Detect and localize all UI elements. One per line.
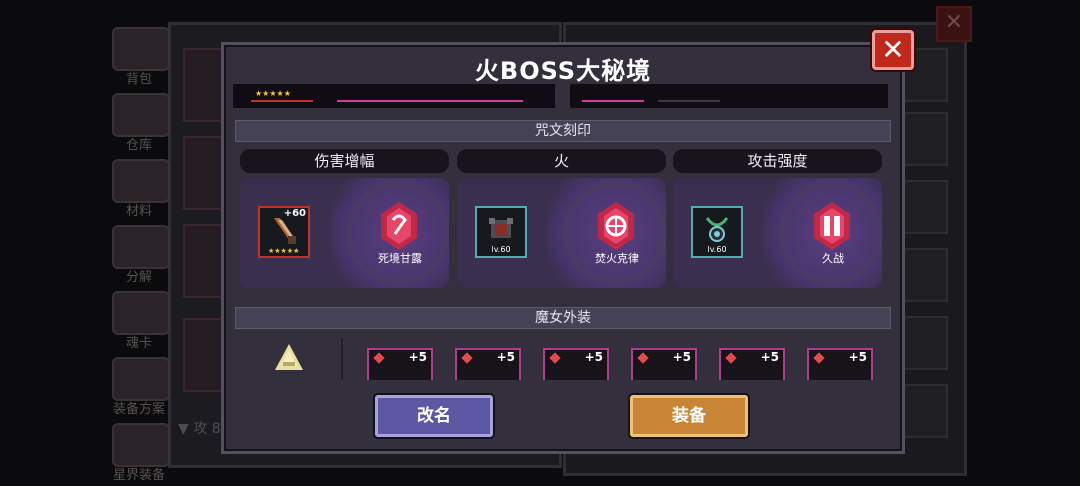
rune-name: 焚火克律: [595, 252, 639, 265]
rarity-gem-icon: [373, 352, 385, 364]
costume-row: +5 +5 +5 +5 +5 +5: [235, 334, 889, 380]
background-sidebar: 背包 仓库 材料 分解 魂卡 装备方案 星界装备: [108, 25, 172, 486]
rename-button[interactable]: 改名: [375, 395, 493, 437]
rune-column-header: 伤害增幅: [240, 149, 449, 173]
sidebar-label: 仓库: [125, 138, 152, 153]
sidebar-item-loadouts[interactable]: 装备方案: [108, 355, 170, 417]
weapon-slot[interactable]: +60 ★★★★★: [258, 206, 310, 258]
sidebar-label: 魂卡: [125, 336, 152, 351]
sidebar-item-materials[interactable]: 材料: [108, 157, 170, 219]
amulet-slot[interactable]: lv.60: [691, 206, 743, 258]
dialog-title: 火BOSS大秘境: [474, 57, 652, 85]
costume-enhance-badge: +5: [496, 350, 515, 364]
costume-slot[interactable]: +5: [543, 348, 609, 380]
costume-enhance-badge: +5: [760, 350, 779, 364]
gear-thumbnail[interactable]: [582, 84, 644, 102]
armor-icon: [489, 218, 513, 238]
astral-gear-icon: [112, 423, 170, 467]
star-rating-icon: ★★★★★: [268, 247, 300, 255]
rarity-gem-icon: [725, 352, 737, 364]
gear-thumbnail[interactable]: [337, 84, 399, 102]
gear-level-badge: lv.60: [707, 245, 727, 254]
rune-panel[interactable]: lv.60 久战: [673, 178, 882, 288]
equip-button[interactable]: 装备: [630, 395, 748, 437]
sidebar-label: 分解: [125, 270, 152, 285]
shield-icon: ▼: [178, 421, 189, 437]
gear-level-badge: lv.60: [491, 245, 511, 254]
rune-name: 死境甘露: [378, 252, 422, 265]
materials-icon: [112, 159, 170, 203]
sidebar-item-bag[interactable]: 背包: [108, 25, 170, 87]
costume-slot[interactable]: +5: [631, 348, 697, 380]
close-x-icon: ✕: [881, 33, 905, 66]
costume-enhance-badge: +5: [408, 350, 427, 364]
gear-enhance-badge: +60: [283, 208, 306, 219]
costume-section-header: 魔女外装: [235, 307, 891, 329]
costume-enhance-badge: +5: [672, 350, 691, 364]
previous-section-strip: [570, 84, 888, 108]
bag-icon: [112, 27, 170, 71]
gear-thumbnail[interactable]: [461, 84, 523, 102]
rune-column-header: 火: [457, 149, 666, 173]
rune-panel[interactable]: lv.60 焚火克律: [457, 178, 666, 288]
divider: [341, 338, 343, 380]
rarity-gem-icon: [549, 352, 561, 364]
costume-enhance-badge: +5: [848, 350, 867, 364]
loadout-icon: [112, 357, 170, 401]
sidebar-label: 材料: [125, 204, 152, 219]
warehouse-icon: [112, 93, 170, 137]
rune-column-header: 攻击强度: [673, 149, 882, 173]
amulet-icon: [705, 217, 729, 242]
salvage-icon: [112, 225, 170, 269]
sidebar-label: 星界装备: [112, 468, 165, 483]
sidebar-item-salvage[interactable]: 分解: [108, 223, 170, 285]
star-rating-icon: ★★★★★: [255, 89, 291, 98]
costume-slot[interactable]: +5: [455, 348, 521, 380]
close-button[interactable]: ✕: [872, 30, 914, 70]
rune-gem-icon: [598, 202, 634, 250]
rune-section-header: 咒文刻印: [235, 120, 891, 142]
rune-panel[interactable]: +60 ★★★★★ 死境甘露: [240, 178, 449, 288]
costume-enhance-badge: +5: [584, 350, 603, 364]
previous-section-strip: ★★★★★: [233, 84, 555, 108]
sidebar-item-astral-gear[interactable]: 星界装备: [108, 421, 170, 483]
sidebar-label: 装备方案: [112, 402, 165, 417]
witch-hat-icon[interactable]: [273, 344, 305, 372]
loadout-scroll-area[interactable]: ★★★★★ 咒文刻印 伤害增幅 火 攻击强度 +60 ★★★★★ 死境甘露 lv…: [233, 84, 891, 380]
rune-gem-icon: [814, 202, 850, 250]
rune-gem-icon: [381, 202, 417, 250]
gear-thumbnail[interactable]: [399, 84, 461, 102]
armor-slot[interactable]: lv.60: [475, 206, 527, 258]
sidebar-item-warehouse[interactable]: 仓库: [108, 91, 170, 153]
sidebar-item-soul-cards[interactable]: 魂卡: [108, 289, 170, 351]
rarity-gem-icon: [637, 352, 649, 364]
rarity-gem-icon: [461, 352, 473, 364]
rarity-gem-icon: [813, 352, 825, 364]
costume-slot[interactable]: +5: [807, 348, 873, 380]
rune-name: 久战: [822, 252, 844, 265]
gear-thumbnail[interactable]: [658, 84, 720, 102]
costume-slot[interactable]: +5: [367, 348, 433, 380]
sidebar-label: 背包: [125, 72, 152, 87]
background-close-button[interactable]: ✕: [936, 6, 972, 42]
soul-card-icon: [112, 291, 170, 335]
costume-slot[interactable]: +5: [719, 348, 785, 380]
stat-label: 攻: [193, 421, 208, 437]
gear-thumbnail[interactable]: ★★★★★: [251, 84, 313, 102]
